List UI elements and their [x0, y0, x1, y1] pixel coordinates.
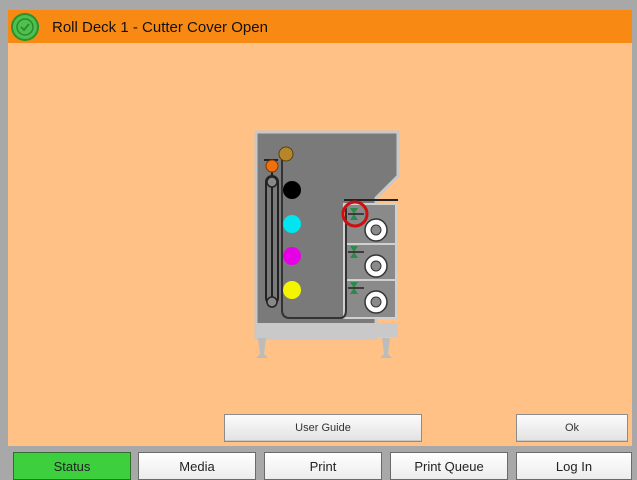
ok-button[interactable]: Ok [516, 414, 628, 442]
left-foot [256, 338, 268, 358]
status-ok-icon [11, 13, 39, 41]
tab-print[interactable]: Print [264, 452, 382, 480]
tab-status[interactable]: Status [13, 452, 131, 480]
printer-roll-deck-diagram [254, 130, 400, 358]
media-roll-2 [364, 254, 388, 278]
media-roll-1 [364, 218, 388, 242]
tab-log-in[interactable]: Log In [516, 452, 632, 480]
window-title: Roll Deck 1 - Cutter Cover Open [52, 19, 268, 36]
printer-base [256, 323, 398, 337]
media-roll-3 [364, 290, 388, 314]
app-window: Roll Deck 1 - Cutter Cover Open User Gui… [0, 0, 637, 480]
right-foot [380, 338, 392, 358]
roller-top-gold [278, 146, 294, 162]
tab-media[interactable]: Media [138, 452, 256, 480]
roller-top-orange [265, 159, 279, 173]
tab-print-queue[interactable]: Print Queue [390, 452, 508, 480]
ink-yellow [283, 281, 301, 299]
user-guide-button[interactable]: User Guide [224, 414, 422, 442]
ink-magenta [283, 247, 301, 265]
ink-cyan [283, 215, 301, 233]
ink-black [283, 181, 301, 199]
